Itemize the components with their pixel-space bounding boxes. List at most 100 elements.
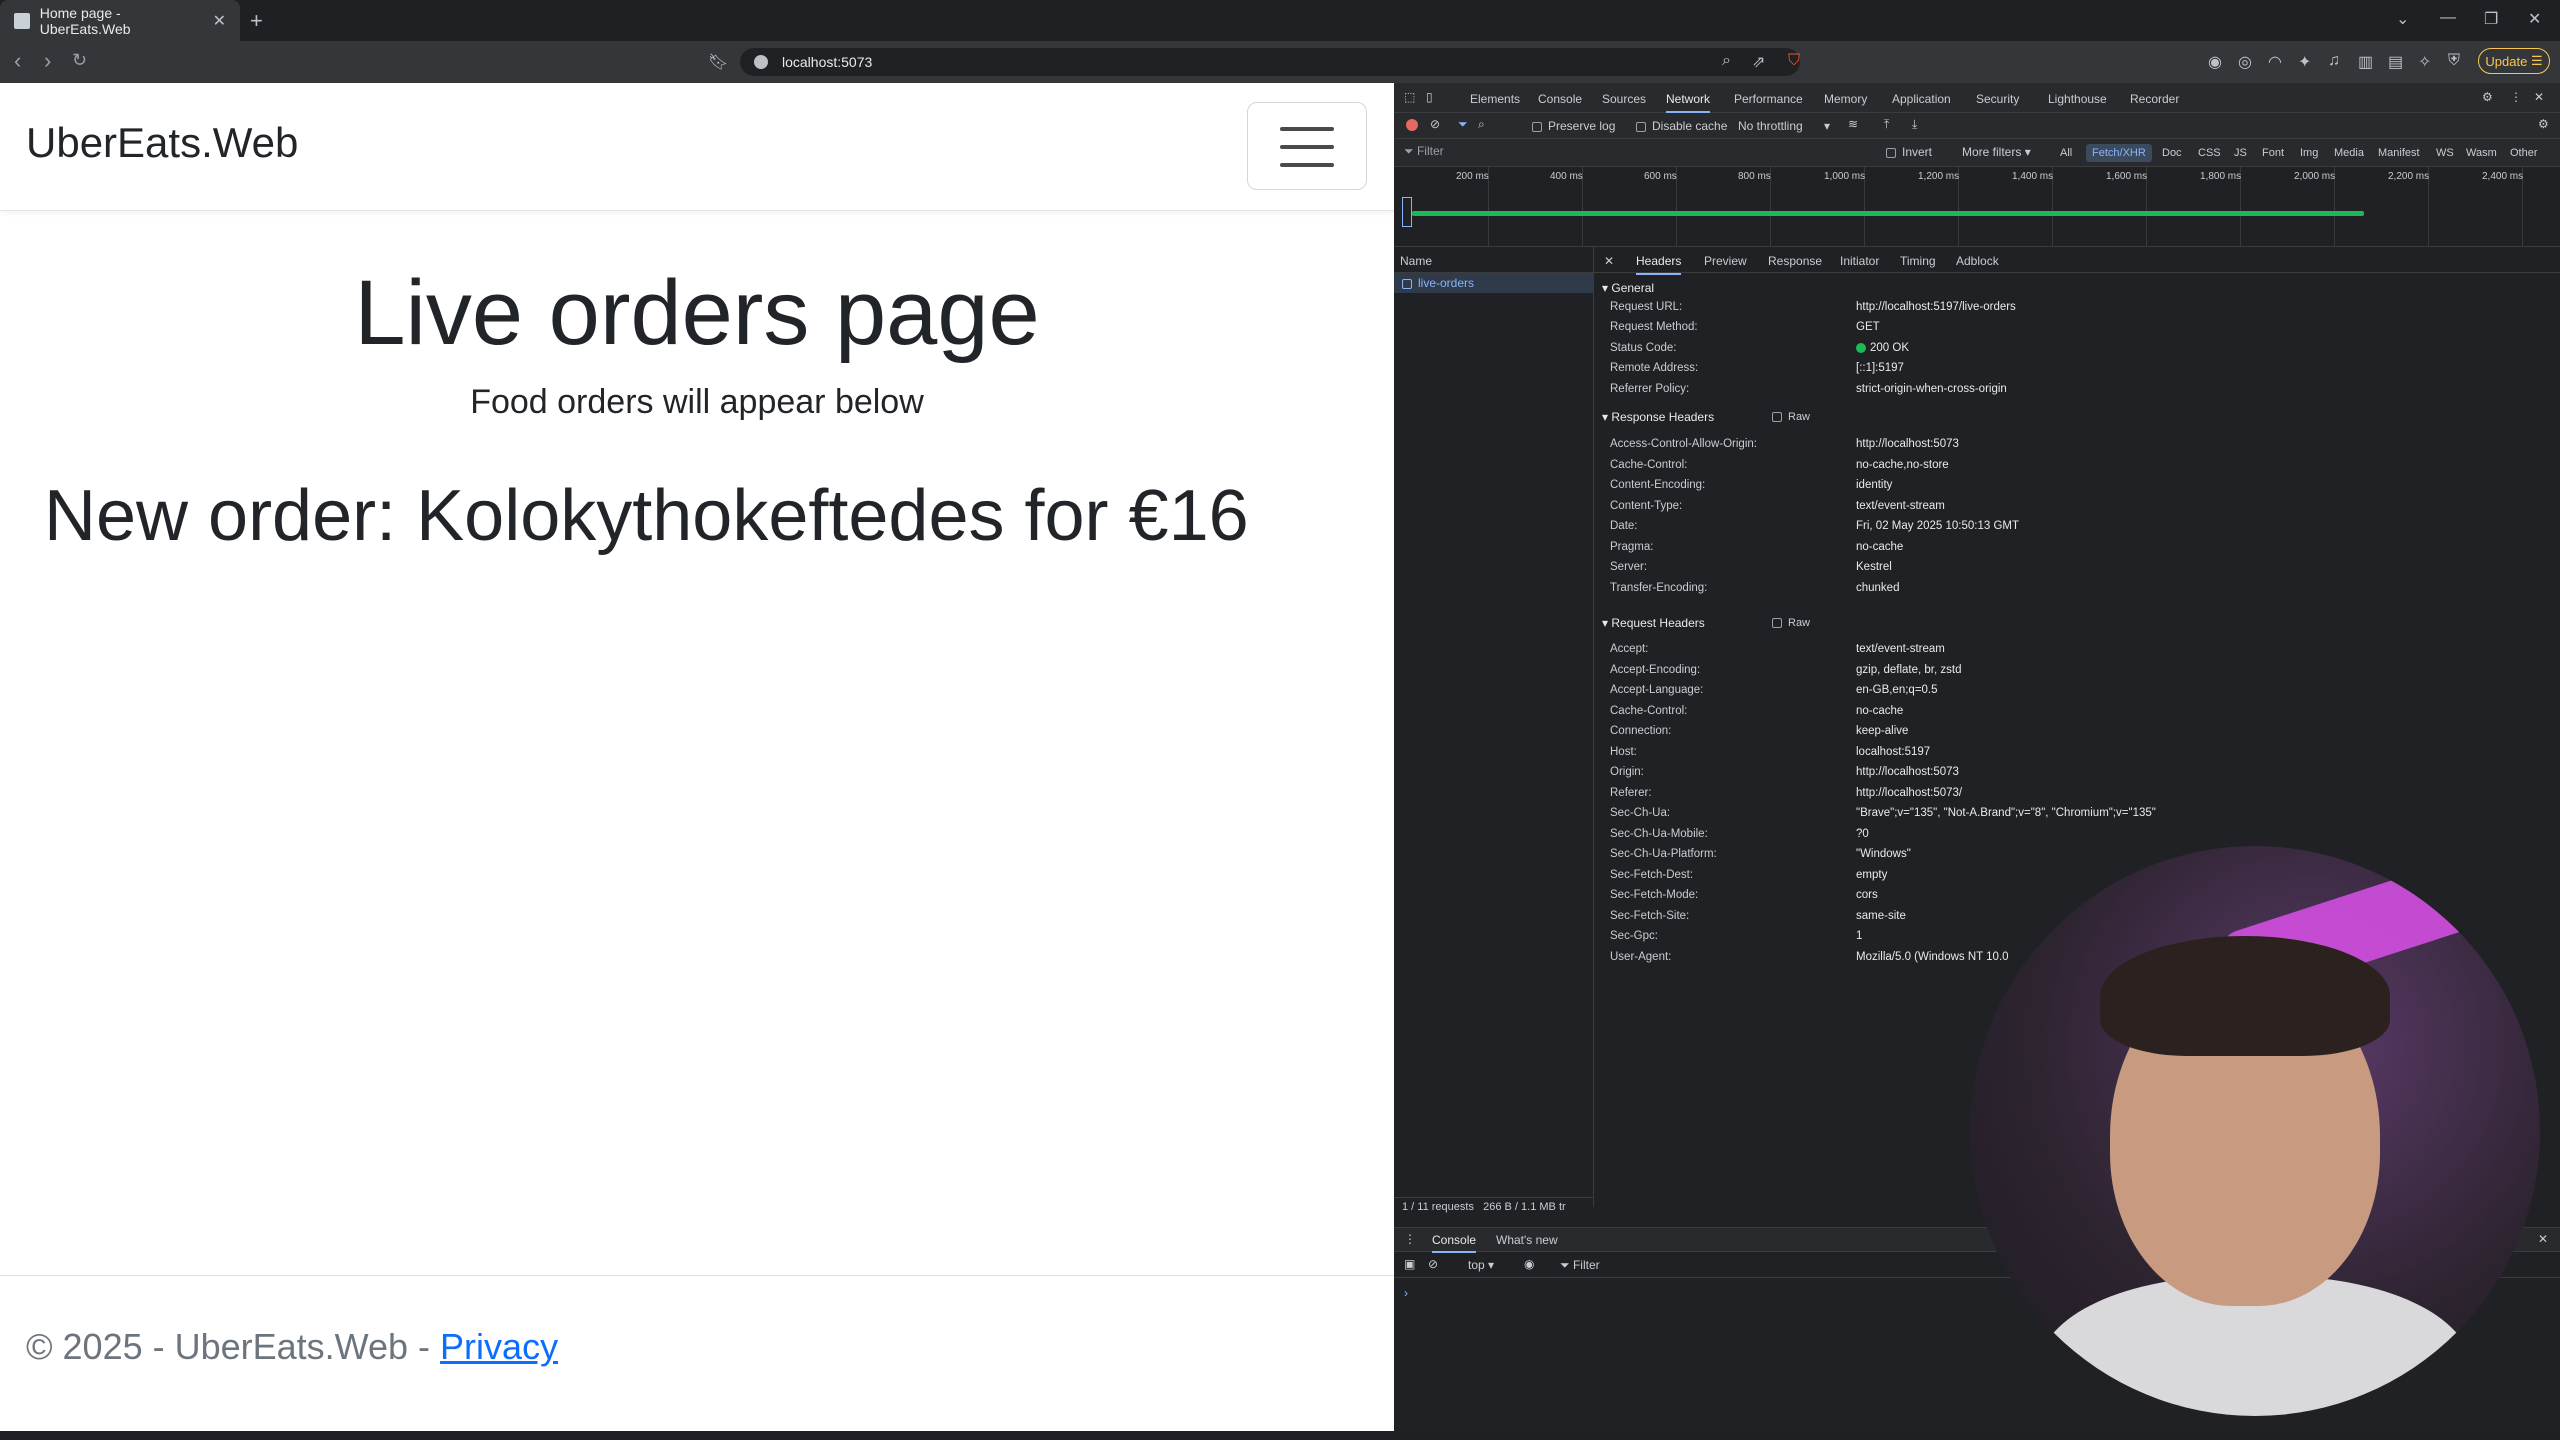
wallet-icon[interactable]: ▤ — [2388, 52, 2403, 72]
type-filter-font[interactable]: Font — [2256, 144, 2290, 162]
reload-icon[interactable]: ↻ — [72, 50, 87, 71]
devtools-tab-recorder[interactable]: Recorder — [2130, 92, 2179, 106]
filter-input[interactable]: ⏷ Filter — [1404, 144, 1844, 162]
devtools-tab-application[interactable]: Application — [1892, 92, 1951, 106]
type-filter-img[interactable]: Img — [2294, 144, 2324, 162]
network-overview-timeline[interactable]: 200 ms 400 ms 600 ms 800 ms 1,000 ms 1,2… — [1394, 167, 2560, 247]
drawer-menu-icon[interactable]: ⋮ — [1404, 1232, 1416, 1246]
name-column-header[interactable]: Name — [1394, 247, 1594, 273]
new-tab-icon[interactable]: + — [250, 8, 263, 34]
privacy-link[interactable]: Privacy — [440, 1326, 558, 1367]
checkbox-box — [1772, 618, 1782, 629]
extension-3-icon[interactable]: ◠ — [2268, 52, 2282, 72]
devtools-tab-console[interactable]: Console — [1538, 92, 1582, 106]
import-har-icon[interactable]: ⤒ — [1884, 117, 1889, 132]
brave-shields-icon[interactable]: ⛉ — [1788, 52, 1800, 70]
devtools-tab-memory[interactable]: Memory — [1824, 92, 1867, 106]
extensions-puzzle-icon[interactable]: ✦ — [2298, 52, 2311, 72]
devtools-tab-network[interactable]: Network — [1666, 92, 1711, 113]
leo-ai-icon[interactable]: ✧ — [2418, 52, 2431, 72]
type-filter-wasm[interactable]: Wasm — [2460, 144, 2503, 162]
preserve-log-checkbox[interactable]: Preserve log — [1532, 119, 1615, 133]
devtools-tab-performance[interactable]: Performance — [1734, 92, 1803, 106]
zoom-icon[interactable]: ⌕ — [1722, 52, 1731, 70]
devtools-tab-lighthouse[interactable]: Lighthouse — [2048, 92, 2107, 106]
bookmark-icon[interactable]: 🔖︎ — [708, 52, 728, 72]
update-button[interactable]: Update ☰ — [2478, 48, 2550, 74]
type-filter-other[interactable]: Other — [2504, 144, 2544, 162]
detail-tab-initiator[interactable]: Initiator — [1840, 254, 1879, 268]
clear-icon[interactable]: ⊘ — [1430, 117, 1440, 131]
detail-tab-preview[interactable]: Preview — [1704, 254, 1747, 268]
clear-console-icon[interactable]: ⊘ — [1428, 1257, 1438, 1271]
response-headers-section-header[interactable]: ▾ Response Headers — [1602, 410, 1714, 424]
type-filter-css[interactable]: CSS — [2192, 144, 2227, 162]
console-prompt[interactable]: › — [1404, 1286, 1408, 1300]
header-value: gzip, deflate, br, zstd — [1856, 664, 1962, 676]
inspect-element-icon[interactable]: ⬚ — [1404, 90, 1415, 104]
export-har-icon[interactable]: ⤓ — [1912, 117, 1917, 132]
request-row-live-orders[interactable]: live-orders — [1394, 273, 1594, 293]
live-expression-eye-icon[interactable]: ◉ — [1524, 1257, 1534, 1271]
timeline-selection-handle[interactable] — [1402, 197, 1412, 227]
close-devtools-icon[interactable]: ✕ — [2534, 90, 2544, 104]
share-icon[interactable]: ⇗ — [1752, 52, 1765, 72]
close-detail-icon[interactable]: ✕ — [1604, 254, 1614, 268]
back-icon[interactable]: ‹ — [14, 48, 21, 74]
network-conditions-icon[interactable]: ≋ — [1848, 117, 1858, 131]
close-window-icon[interactable]: ✕ — [2528, 9, 2541, 29]
throttling-select[interactable]: No throttling ▾ — [1738, 119, 1830, 133]
forward-icon[interactable]: › — [44, 48, 51, 74]
drawer-tab-console[interactable]: Console — [1432, 1233, 1477, 1253]
type-filter-ws[interactable]: WS — [2430, 144, 2460, 162]
browser-tab[interactable]: Home page - UberEats.Web ✕ — [0, 0, 240, 41]
vpn-icon[interactable]: ⛨ — [2448, 52, 2460, 70]
media-icon[interactable]: ♫ — [2328, 52, 2340, 70]
network-settings-icon[interactable]: ⚙ — [2538, 117, 2549, 131]
filter-funnel-icon[interactable]: ⏷ — [1458, 117, 1468, 132]
sidebar-icon[interactable]: ▥ — [2358, 52, 2373, 72]
type-filter-all[interactable]: All — [2054, 144, 2078, 162]
general-section-header[interactable]: ▾ General — [1602, 281, 1654, 295]
detail-tab-timing[interactable]: Timing — [1900, 254, 1936, 268]
address-bar[interactable]: localhost:5073 — [740, 48, 1800, 76]
extension-2-icon[interactable]: ◎ — [2238, 52, 2252, 72]
record-icon[interactable] — [1406, 119, 1418, 131]
type-filter-manifest[interactable]: Manifest — [2372, 144, 2426, 162]
detail-tab-headers[interactable]: Headers — [1636, 254, 1682, 275]
timeline-tick: 200 ms — [1456, 171, 1489, 182]
type-filter-js[interactable]: JS — [2228, 144, 2253, 162]
type-filter-doc[interactable]: Doc — [2156, 144, 2188, 162]
site-info-icon[interactable] — [754, 55, 768, 69]
invert-checkbox[interactable]: Invert — [1886, 145, 1932, 159]
more-filters-dropdown[interactable]: More filters ▾ — [1962, 145, 2031, 159]
detail-tab-response[interactable]: Response — [1768, 254, 1822, 268]
context-select[interactable]: top ▾ — [1468, 1258, 1494, 1272]
disable-cache-checkbox[interactable]: Disable cache — [1636, 119, 1727, 133]
close-tab-icon[interactable]: ✕ — [213, 11, 226, 31]
type-filter-fetch-xhr[interactable]: Fetch/XHR — [2086, 144, 2152, 162]
detail-tab-adblock[interactable]: Adblock — [1956, 254, 1999, 268]
settings-gear-icon[interactable]: ⚙ — [2482, 90, 2493, 104]
request-raw-checkbox[interactable]: Raw — [1772, 617, 1810, 629]
search-icon[interactable]: ⌕ — [1478, 117, 1485, 132]
console-filter-input[interactable]: ⏷ Filter — [1560, 1258, 1600, 1273]
extension-1-icon[interactable]: ◉ — [2208, 52, 2222, 72]
restore-icon[interactable]: ❐ — [2484, 9, 2498, 29]
drawer-tab-whats-new[interactable]: What's new — [1496, 1233, 1558, 1247]
type-filter-media[interactable]: Media — [2328, 144, 2370, 162]
navbar-toggle-button[interactable] — [1247, 102, 1367, 190]
request-headers-section-header[interactable]: ▾ Request Headers — [1602, 616, 1705, 630]
site-brand[interactable]: UberEats.Web — [26, 119, 298, 167]
minimize-icon[interactable]: — — [2440, 9, 2456, 27]
devtools-tab-sources[interactable]: Sources — [1602, 92, 1646, 106]
close-drawer-icon[interactable]: ✕ — [2538, 1232, 2548, 1246]
devtools-tab-elements[interactable]: Elements — [1470, 92, 1520, 106]
response-raw-checkbox[interactable]: Raw — [1772, 411, 1810, 423]
tab-search-icon[interactable]: ⌄ — [2396, 9, 2409, 29]
more-options-icon[interactable]: ⋮ — [2510, 90, 2522, 104]
devtools-tab-security[interactable]: Security — [1976, 92, 2019, 106]
chevron-down-icon: ▾ — [1488, 1258, 1495, 1272]
device-toolbar-icon[interactable]: ▯ — [1426, 90, 1433, 104]
console-sidebar-icon[interactable]: ▣ — [1404, 1257, 1415, 1271]
